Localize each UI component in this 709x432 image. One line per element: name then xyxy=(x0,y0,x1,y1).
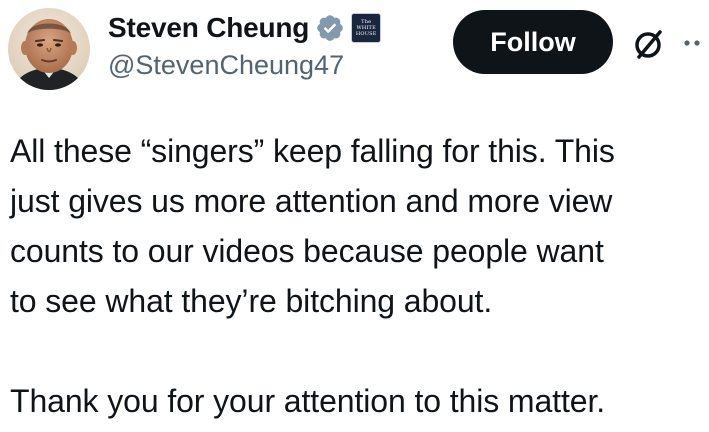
user-handle[interactable]: @StevenCheung47 xyxy=(108,50,381,81)
tweet-line: Thank you for your attention to this mat… xyxy=(10,383,606,419)
verified-badge-icon[interactable] xyxy=(315,13,345,43)
display-name[interactable]: Steven Cheung xyxy=(108,12,309,44)
author-block: Steven Cheung The WHITE HOUSE @StevenChe… xyxy=(108,10,382,81)
tweet-line: just gives us more attention and more vi… xyxy=(10,183,613,219)
avatar-image xyxy=(8,8,90,90)
white-house-badge-icon[interactable]: The WHITE HOUSE xyxy=(351,13,382,43)
tweet-line: All these “singers” keep falling for thi… xyxy=(10,133,615,169)
tweet-line: counts to our videos because people want xyxy=(10,233,604,269)
grok-slash-icon[interactable] xyxy=(630,24,668,62)
avatar[interactable] xyxy=(8,8,90,90)
tweet-line: to see what they’re bitching about. xyxy=(10,283,493,319)
tweet-card: Steven Cheung The WHITE HOUSE @StevenChe… xyxy=(0,0,709,432)
more-dots-icon[interactable] xyxy=(682,36,704,50)
name-row: Steven Cheung The WHITE HOUSE xyxy=(108,10,382,46)
tweet-text: All these “singers” keep falling for thi… xyxy=(10,126,705,426)
follow-button[interactable]: Follow xyxy=(453,10,613,74)
badge-line-3: HOUSE xyxy=(355,31,377,37)
